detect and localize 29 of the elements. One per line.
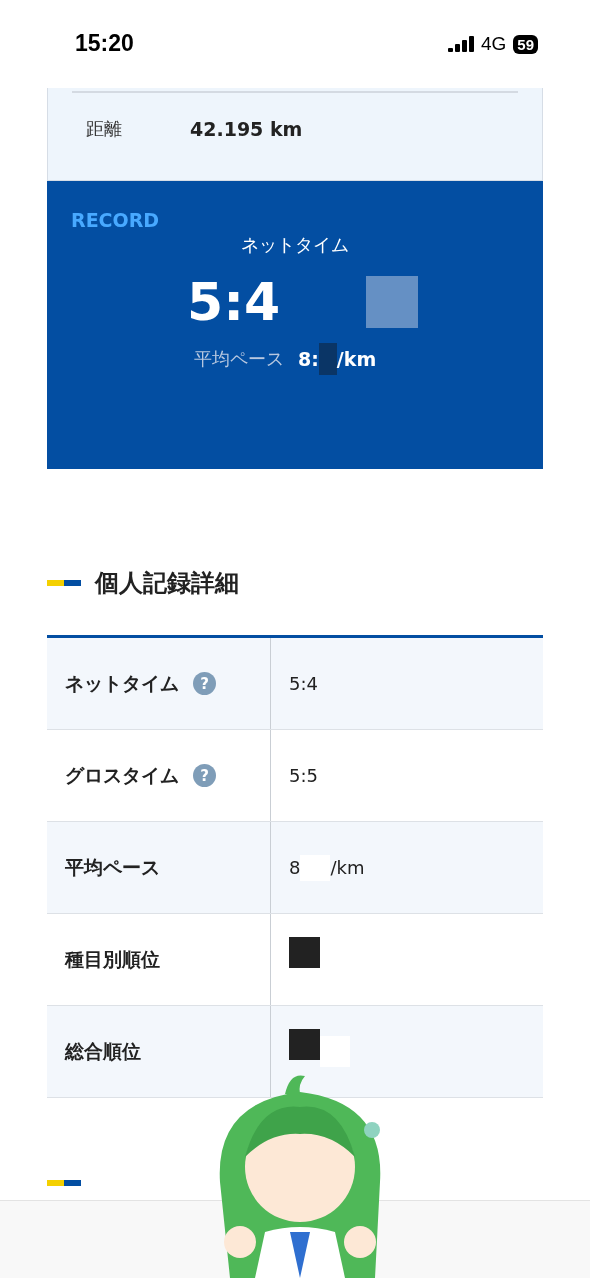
signal-icon [447, 36, 474, 52]
row-unit: /km [330, 857, 365, 878]
row-label: ネットタイム [65, 670, 179, 696]
redaction-block [320, 1036, 350, 1067]
distance-label: 距離 [86, 117, 122, 141]
row-label: 平均ペース [65, 854, 160, 880]
redaction-block [318, 343, 337, 375]
row-value: 5:4 [289, 673, 318, 694]
status-time: 15:20 [75, 29, 134, 57]
record-label: RECORD [71, 209, 160, 231]
pace-value: 8: [298, 348, 319, 370]
section-mark-icon [47, 1180, 81, 1186]
row-value: 8 [289, 857, 301, 878]
network-label: 4G [480, 33, 507, 55]
help-icon[interactable]: ? [193, 672, 216, 695]
net-time-label: ネットタイム [241, 233, 349, 257]
distance-value: 42.195 km [190, 118, 303, 140]
row-label: 種目別順位 [65, 946, 160, 972]
net-time-value: 5:4 [187, 272, 281, 332]
section-title: 個人記録詳細 [95, 568, 239, 599]
battery-level: 59 [513, 34, 538, 54]
section-mark-icon [47, 580, 81, 586]
row-label: 総合順位 [65, 1038, 141, 1064]
pace-label: 平均ペース [194, 347, 284, 371]
redaction-block [366, 276, 419, 328]
help-icon[interactable]: ? [193, 764, 216, 787]
row-value: 5:5 [289, 765, 318, 786]
pace-unit: /km [336, 348, 377, 370]
row-label: グロスタイム [65, 762, 179, 788]
